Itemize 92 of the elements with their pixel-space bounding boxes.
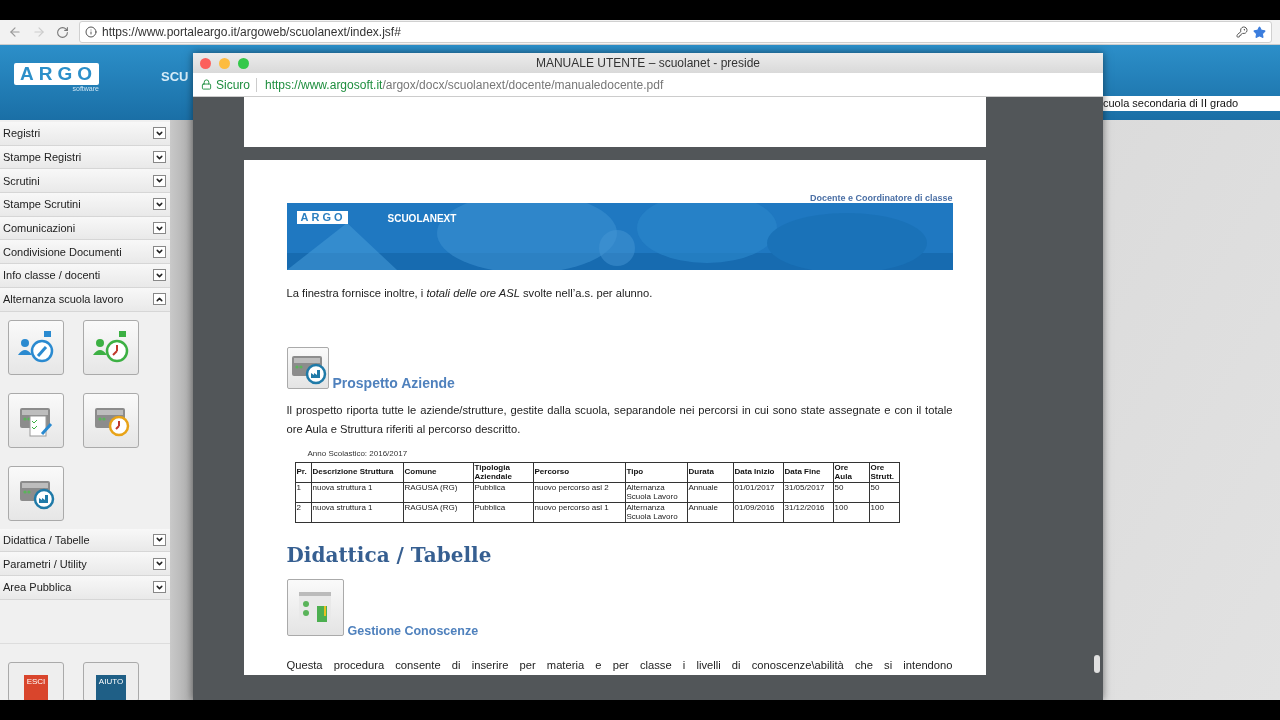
column-header: Data Inizio	[733, 462, 783, 483]
header-note: Docente e Coordinatore di classe	[809, 193, 953, 203]
url-text: https://www.argosoft.it/argox/docx/scuolanext/docente/manualedocente.pdf	[265, 77, 664, 92]
table-cell: Alternanza Scuola Lavoro	[625, 482, 687, 503]
close-button[interactable]	[200, 57, 211, 69]
sidebar-item[interactable]: Alternanza scuola lavoro	[0, 287, 170, 312]
sidebar-item[interactable]: Area Pubblica	[0, 575, 170, 600]
table-cell: nuovo percorso asl 2	[533, 482, 625, 503]
maximize-button[interactable]	[238, 57, 249, 69]
address-bar[interactable]: Sicuro https://www.argosoft.it/argox/docx/scuolanext/docente/manualedocente.pdf	[193, 73, 1103, 97]
url-text: https://www.portaleargo.it/argoweb/scuolanext/index.jsf#	[102, 25, 401, 39]
person-clock-icon	[91, 329, 131, 365]
back-icon[interactable]	[8, 25, 22, 39]
scrollbar[interactable]	[1094, 655, 1100, 673]
tile-button[interactable]	[8, 319, 64, 375]
sidebar-item[interactable]: Didattica / Tabelle	[0, 528, 170, 553]
key-icon[interactable]	[1236, 26, 1248, 38]
header-title: SCU	[161, 69, 189, 84]
sidebar-item[interactable]: Scrutini	[0, 169, 170, 194]
sidebar-item[interactable]: Comunicazioni	[0, 216, 170, 241]
table-cell: 31/05/2017	[783, 482, 833, 503]
table-cell: Pubblica	[473, 482, 533, 503]
column-header: Pr.	[295, 462, 311, 483]
section-heading: Didattica / Tabelle	[286, 543, 493, 567]
caret-icon	[153, 293, 166, 306]
footer-button[interactable]: AIUTO	[83, 662, 139, 700]
caret-icon	[153, 198, 166, 211]
column-header: Tipologia Aziendale	[473, 462, 533, 483]
table-cell: nuova struttura 1	[311, 482, 403, 503]
sidebar-item[interactable]: Registri	[0, 122, 170, 146]
paragraph: Questa procedura consente di inserire per materia e per classe i livelli di conoscenze\abilità che si intendono	[286, 658, 953, 673]
caret-icon	[153, 222, 166, 235]
paragraph: Il prospetto riporta tutte le aziende/strutture, gestite dalla scuola, separandole nei percorsi in cui sono state assegnate e con il totale ore Aula e Struttura riferiti al percorso descritto.	[286, 403, 953, 437]
column-header: Tipo	[625, 462, 687, 483]
banner-title: SCUOLANEXT	[387, 213, 457, 226]
caret-icon	[153, 151, 166, 164]
table-cell: Pubblica	[473, 502, 533, 523]
column-header: Percorso	[533, 462, 625, 483]
address-bar[interactable]: https://www.portaleargo.it/argoweb/scuolanext/index.jsf#	[79, 21, 1272, 43]
column-header: Ore Aula	[833, 462, 869, 483]
table-cell: 2	[295, 502, 311, 523]
caret-icon	[153, 245, 166, 258]
school-field[interactable]: cuola secondaria di II grado	[1103, 96, 1280, 111]
tile-button[interactable]	[83, 319, 139, 375]
table-cell: Alternanza Scuola Lavoro	[625, 502, 687, 523]
info-icon[interactable]	[85, 26, 97, 38]
table-cell: nuovo percorso asl 1	[533, 502, 625, 523]
sidebar-item[interactable]: Info classe / docenti	[0, 264, 170, 288]
secure-label: Sicuro	[216, 77, 257, 92]
caret-icon	[153, 557, 166, 570]
window-title: MANUALE UTENTE – scuolanet - preside	[535, 56, 761, 70]
table-cell: 01/01/2017	[733, 482, 783, 503]
sidebar-item[interactable]: Parametri / Utility	[0, 552, 170, 576]
sidebar-item[interactable]: Stampe Registri	[0, 145, 170, 170]
table-cell: Annuale	[687, 502, 733, 523]
tile-button[interactable]	[8, 465, 64, 521]
footer-button[interactable]: ESCI	[8, 662, 64, 700]
sidebar-item[interactable]: Condivisione Documenti	[0, 240, 170, 265]
caret-icon	[153, 581, 166, 594]
table-cell: 1	[295, 482, 311, 503]
column-header: Data Fine	[783, 462, 833, 483]
person-pencil-icon	[16, 329, 56, 365]
lock-icon	[201, 79, 212, 90]
banner-logo: ARGO	[296, 211, 348, 224]
table-caption: Anno Scolastico: 2016/2017	[307, 449, 409, 458]
tile-button[interactable]	[83, 392, 139, 448]
column-header: Comune	[403, 462, 473, 483]
table-cell: RAGUSA (RG)	[403, 482, 473, 503]
column-header: Ore Strutt.	[869, 462, 899, 483]
table-cell: 100	[833, 502, 869, 523]
table-cell: RAGUSA (RG)	[403, 502, 473, 523]
table-cell: 50	[833, 482, 869, 503]
table-cell: 50	[869, 482, 899, 503]
sidebar-item[interactable]: Stampe Scrutini	[0, 193, 170, 217]
caret-icon	[153, 533, 166, 546]
logo: ARGO	[14, 63, 99, 85]
tile-button[interactable]	[8, 392, 64, 448]
table-cell: 01/09/2016	[733, 502, 783, 523]
caret-icon	[153, 174, 166, 187]
column-header: Durata	[687, 462, 733, 483]
column-header: Descrizione Struttura	[311, 462, 403, 483]
caret-icon	[153, 127, 166, 140]
section-title: Prospetto Aziende	[332, 375, 455, 391]
table-cell: 100	[869, 502, 899, 523]
table-cell: nuova struttura 1	[311, 502, 403, 523]
bookmark-star-icon[interactable]	[1253, 25, 1266, 39]
table-cell: Annuale	[687, 482, 733, 503]
table-cell: 31/12/2016	[783, 502, 833, 523]
caret-icon	[153, 269, 166, 282]
reload-icon[interactable]	[56, 25, 69, 39]
paragraph: La finestra fornisce inoltre, i totali delle ore ASL svolte nell’a.s. per alunno.	[286, 286, 654, 301]
section-title: Gestione Conoscenze	[347, 624, 479, 638]
